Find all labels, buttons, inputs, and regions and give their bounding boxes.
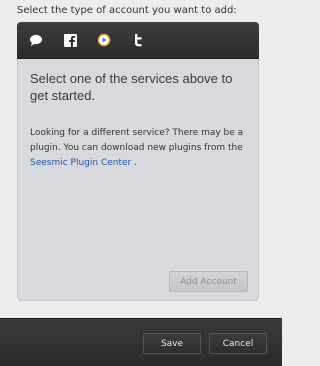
- plugin-center-link[interactable]: Seesmic Plugin Center: [30, 158, 131, 168]
- plugin-description-suffix: .: [131, 158, 137, 168]
- tab-chat[interactable]: [28, 32, 44, 48]
- tab-twitter[interactable]: [130, 32, 146, 48]
- play-circle-icon: [97, 33, 111, 47]
- facebook-icon: [63, 33, 77, 47]
- save-button[interactable]: Save: [143, 333, 201, 354]
- plugin-description-text: Looking for a different service? There m…: [30, 128, 244, 153]
- service-tabbar: [17, 22, 259, 59]
- add-account-button[interactable]: Add Account: [169, 271, 248, 292]
- chat-bubble-icon: [29, 34, 43, 47]
- dialog-footer: Save Cancel: [0, 318, 282, 366]
- get-started-heading: Select one of the services above to get …: [30, 71, 233, 103]
- tab-facebook[interactable]: [62, 32, 78, 48]
- tab-media[interactable]: [96, 32, 112, 48]
- twitter-icon: [132, 33, 144, 47]
- plugin-description: Looking for a different service? There m…: [30, 126, 246, 171]
- cancel-button[interactable]: Cancel: [209, 333, 267, 354]
- account-type-panel: Select one of the services above to get …: [17, 22, 259, 301]
- panel-content: Select one of the services above to get …: [17, 59, 259, 171]
- instruction-text: Select the type of account you want to a…: [17, 5, 237, 16]
